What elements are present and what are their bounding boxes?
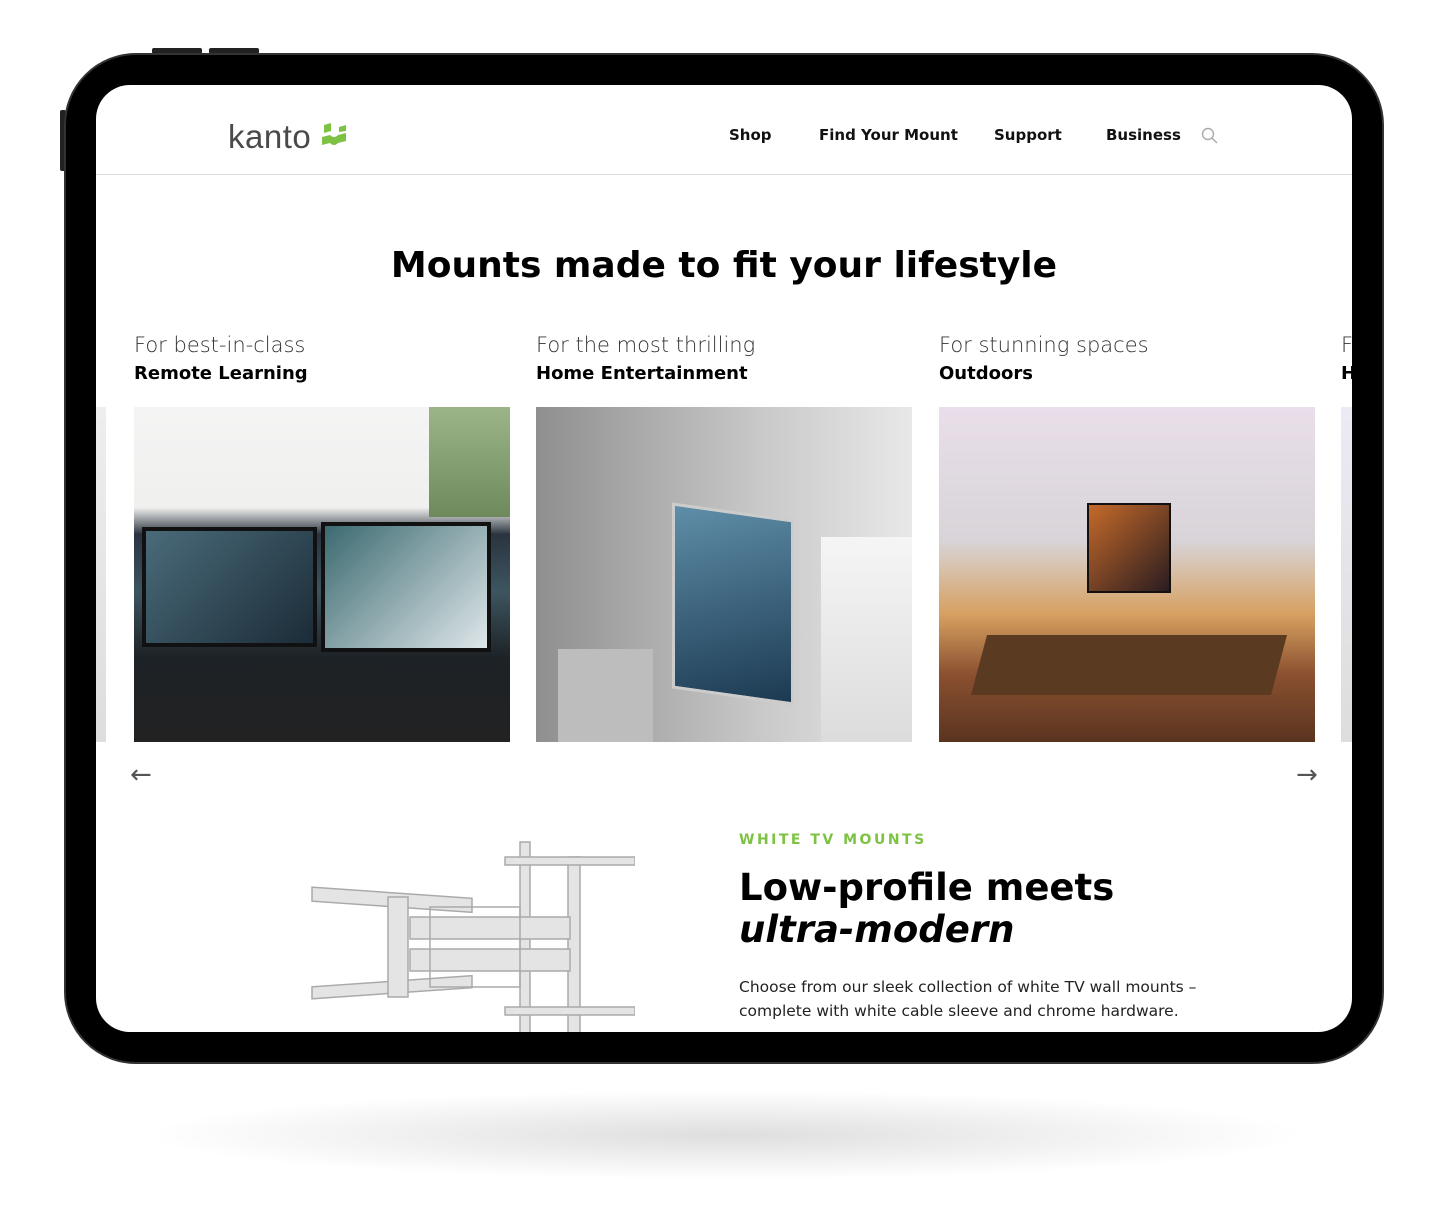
carousel-card[interactable]: For the most thrilling Home Entertainmen… (536, 333, 912, 742)
monitor (142, 527, 317, 647)
outdoors-image (939, 407, 1315, 742)
card-category: Outdoors (939, 363, 1033, 384)
remote-learning-image (134, 407, 510, 742)
card-category: Home Entertainment (536, 363, 748, 384)
section-title-line1: Low-profile meets (739, 866, 1115, 909)
monitor (321, 522, 491, 652)
nav-support[interactable]: Support (994, 126, 1062, 144)
arrow-left-icon[interactable]: ← (130, 760, 152, 790)
home-entertainment-image (536, 407, 912, 742)
tv (672, 502, 794, 706)
tv (1087, 503, 1171, 593)
section-eyebrow: WHITE TV MOUNTS (739, 832, 927, 848)
section-title-line2: ultra-modern (739, 908, 1015, 951)
speaker (558, 649, 653, 742)
card-subtitle: For best-in-class (134, 333, 306, 357)
search-icon[interactable] (1201, 127, 1218, 144)
card-subtitle: For the most thrilling (536, 333, 756, 357)
window (429, 407, 510, 517)
section-body: Choose from our sleek collection of whit… (739, 978, 1197, 1020)
carousel-card[interactable]: F H (1341, 333, 1352, 742)
white-tv-mount-image (311, 841, 635, 1032)
card-category: H (1341, 363, 1352, 384)
carousel-card[interactable]: For best-in-class Remote Learning (134, 333, 510, 742)
prev-card-edge (96, 407, 106, 742)
nav-shop[interactable]: Shop (729, 126, 772, 144)
card-image (1341, 407, 1352, 742)
nav-find-your-mount[interactable]: Find Your Mount (819, 126, 958, 144)
card-category: Remote Learning (134, 363, 308, 384)
device-shadow (140, 1090, 1310, 1180)
card-subtitle: For stunning spaces (939, 333, 1149, 357)
table (970, 635, 1288, 695)
logo-mark-icon (322, 123, 346, 145)
nav-business[interactable]: Business (1106, 126, 1181, 144)
arrow-right-icon[interactable]: → (1296, 760, 1318, 790)
page-title: Mounts made to fit your lifestyle (390, 245, 1058, 286)
carousel-card[interactable]: For stunning spaces Outdoors (939, 333, 1315, 742)
section-title: Low-profile meets ultra-modern (739, 867, 1114, 951)
screen: kanto Shop Find Your Mount Support Busin… (96, 85, 1352, 1032)
logo[interactable]: kanto (228, 118, 311, 156)
window (821, 537, 912, 742)
header-divider (96, 174, 1352, 175)
card-subtitle: F (1341, 333, 1352, 357)
